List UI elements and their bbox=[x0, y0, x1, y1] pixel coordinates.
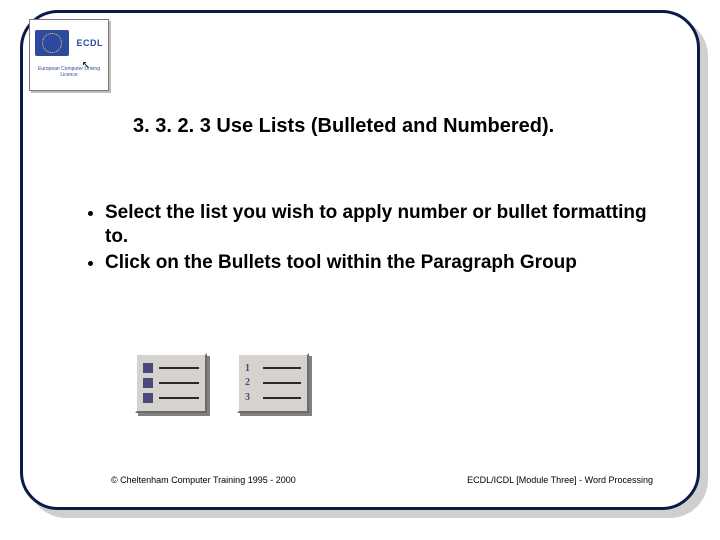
cursor-icon: ↖ bbox=[82, 60, 90, 71]
bullet-text-a: Click on the bbox=[105, 252, 218, 273]
toolbar-icons-row: 1 2 3 bbox=[135, 353, 309, 413]
footer-module: ECDL/ICDL [Module Three] - Word Processi… bbox=[467, 475, 653, 485]
slide-body: Select the list you wish to apply number… bbox=[83, 201, 673, 276]
slide-title: 3. 3. 2. 3 Use Lists (Bulleted and Numbe… bbox=[133, 115, 554, 138]
numbered-list-icon: 1 2 3 bbox=[245, 361, 301, 405]
ecdl-logo: ECDL ↖ European Computer Driving Licence bbox=[29, 19, 109, 91]
footer-copyright: © Cheltenham Computer Training 1995 - 20… bbox=[111, 475, 296, 485]
bullet-item: Click on the Bullets tool within the Par… bbox=[105, 251, 673, 275]
slide-frame: ECDL ↖ European Computer Driving Licence… bbox=[20, 10, 700, 510]
bullet-item: Select the list you wish to apply number… bbox=[105, 201, 673, 249]
bullets-list-icon bbox=[143, 361, 199, 405]
bullet-text: Select the list you wish to apply number… bbox=[105, 202, 647, 247]
bullets-tool-button[interactable] bbox=[135, 353, 207, 413]
bullet-text-b: tool within the Paragraph Group bbox=[281, 252, 577, 273]
logo-subtext: European Computer Driving Licence bbox=[33, 67, 105, 78]
bullet-strong: Bullets bbox=[218, 252, 281, 273]
logo-brand-text: ECDL bbox=[77, 38, 104, 48]
eu-flag-icon bbox=[35, 30, 69, 56]
numbering-tool-button[interactable]: 1 2 3 bbox=[237, 353, 309, 413]
